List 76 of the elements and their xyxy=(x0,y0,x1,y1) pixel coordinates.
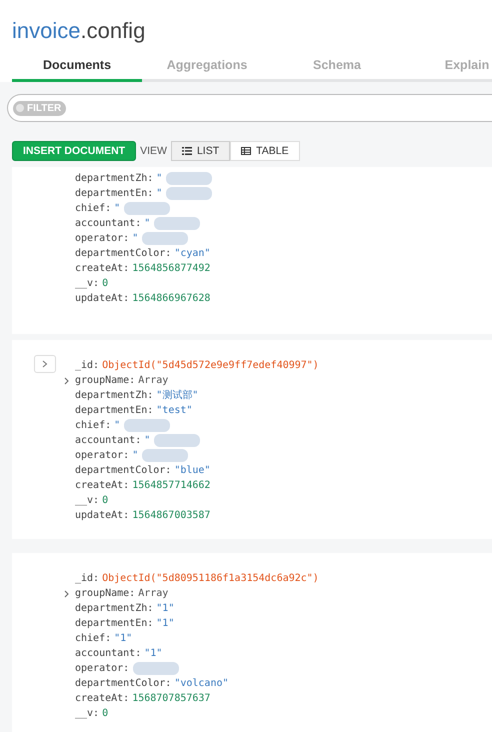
field-key: updateAt: xyxy=(75,291,130,306)
field-value: Array xyxy=(138,374,168,388)
field-key: __v: xyxy=(75,493,100,508)
field-key: operator: xyxy=(75,661,130,676)
chevron-right-icon[interactable] xyxy=(64,590,70,598)
field-key: createAt: xyxy=(75,261,130,276)
field-value: "cyan" xyxy=(174,247,210,261)
field-key: createAt: xyxy=(75,478,130,493)
chevron-right-icon xyxy=(42,360,48,368)
tab[interactable]: Documents xyxy=(12,50,142,82)
field-value: "1" xyxy=(144,647,162,661)
filter-field[interactable]: FILTER xyxy=(7,94,492,122)
field-key: accountant: xyxy=(75,216,142,231)
field-key: __v: xyxy=(75,706,100,721)
field-value: " xyxy=(144,434,150,448)
tab[interactable]: Explain xyxy=(402,50,492,82)
field-value: 0 xyxy=(102,707,108,721)
field-key: departmentZh: xyxy=(75,388,154,403)
field-key: departmentZh: xyxy=(75,601,154,616)
field-value: " xyxy=(132,232,138,246)
field-key: _id: xyxy=(75,571,100,586)
database-name: invoice xyxy=(12,18,80,43)
tab[interactable]: Aggregations xyxy=(142,50,272,82)
field-value: " xyxy=(144,217,150,231)
field-key: __v: xyxy=(75,276,100,291)
collection-name: .config xyxy=(80,18,146,43)
field-value: "1" xyxy=(156,617,174,631)
field-key: operator: xyxy=(75,448,130,463)
field-key: chief: xyxy=(75,418,112,433)
field-key: departmentColor: xyxy=(75,463,172,478)
view-button[interactable]: LIST xyxy=(170,141,230,161)
field-value: "volcano" xyxy=(174,677,229,691)
field-key: createAt: xyxy=(75,691,130,706)
field-value: " xyxy=(114,419,120,433)
field-value: 1568707857637 xyxy=(132,692,210,706)
field-key: departmentEn: xyxy=(75,616,154,631)
field-value: "test" xyxy=(156,404,192,418)
insert-document-button[interactable]: INSERT DOCUMENT xyxy=(12,141,136,161)
field-value: "blue" xyxy=(174,464,210,478)
field-key: groupName: xyxy=(75,373,136,388)
field-value: 0 xyxy=(102,277,108,291)
chevron-right-icon[interactable] xyxy=(64,376,70,384)
field-value: 1564866967628 xyxy=(132,292,210,306)
table-icon xyxy=(241,147,252,155)
field-value: ObjectId("5d45d572e9e9ff7edef40997") xyxy=(102,359,319,373)
field-key: departmentColor: xyxy=(75,246,172,261)
field-value: "测试部" xyxy=(156,388,198,403)
field-key: accountant: xyxy=(75,646,142,661)
field-key: accountant: xyxy=(75,433,142,448)
field-key: departmentEn: xyxy=(75,186,154,201)
field-value: "1" xyxy=(114,632,132,646)
field-key: departmentEn: xyxy=(75,403,154,418)
field-value: 1564857714662 xyxy=(132,479,210,493)
field-key: operator: xyxy=(75,231,130,246)
filter-badge: FILTER xyxy=(13,100,66,116)
field-key: departmentZh: xyxy=(75,171,154,186)
field-value: 1564867003587 xyxy=(132,509,210,523)
list-icon xyxy=(182,147,192,155)
field-value: "1" xyxy=(156,602,174,616)
field-value: " xyxy=(156,172,162,186)
field-value: " xyxy=(114,202,120,216)
field-value: Array xyxy=(138,587,168,601)
field-value: 1564856877492 xyxy=(132,262,210,276)
view-label: VIEW xyxy=(140,145,167,157)
field-value: 0 xyxy=(102,494,108,508)
field-value: " xyxy=(156,187,162,201)
view-button[interactable]: TABLE xyxy=(230,141,300,161)
field-key: updateAt: xyxy=(75,508,130,523)
field-key: _id: xyxy=(75,358,100,373)
field-key: groupName: xyxy=(75,586,136,601)
field-key: chief: xyxy=(75,631,112,646)
field-key: departmentColor: xyxy=(75,676,172,691)
field-value: ObjectId("5d80951186f1a3154dc6a92c") xyxy=(102,572,319,586)
tab[interactable]: Schema xyxy=(272,50,402,82)
field-value: " xyxy=(132,449,138,463)
field-key: chief: xyxy=(75,201,112,216)
